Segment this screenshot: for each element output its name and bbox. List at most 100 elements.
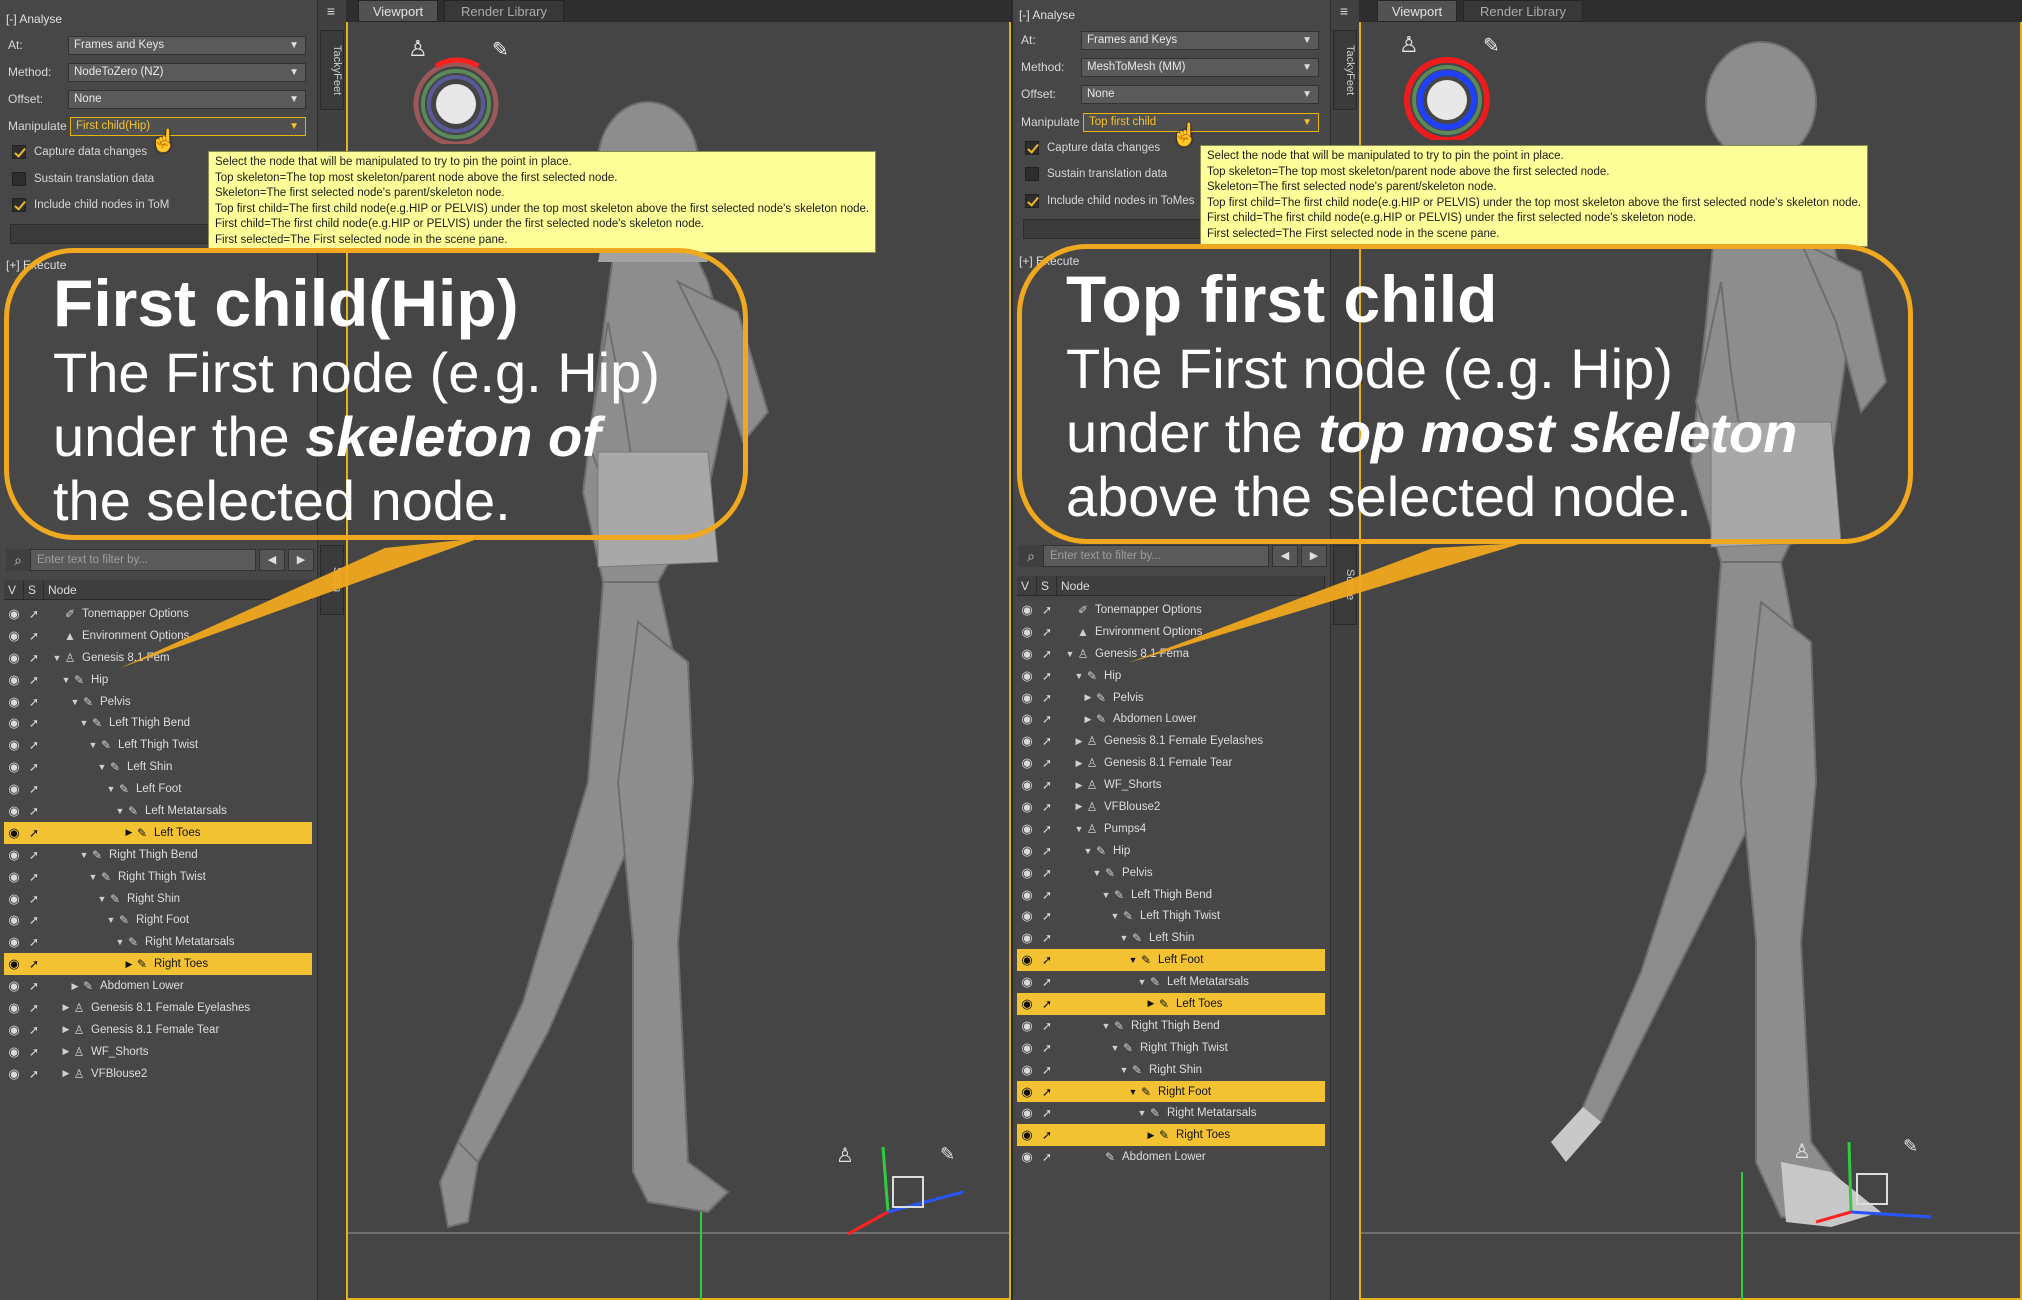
eye-icon[interactable]: ◉ (1019, 1084, 1035, 1100)
select-cursor-icon[interactable]: ➚ (1039, 953, 1055, 967)
tree-row[interactable]: ◉ ➚ ▶ ♙ VFBlouse2 (4, 1063, 312, 1085)
expand-toggle-icon[interactable]: ▼ (1119, 933, 1129, 943)
at-dropdown[interactable]: Frames and Keys ▼ (68, 35, 306, 55)
select-cursor-icon[interactable]: ➚ (1039, 712, 1055, 726)
select-cursor-icon[interactable]: ➚ (26, 1001, 42, 1015)
tree-row[interactable]: ◉ ➚ ▼ ✎ Right Shin (4, 888, 312, 910)
tab-viewport[interactable]: Viewport (358, 0, 438, 22)
eye-icon[interactable]: ◉ (1019, 908, 1035, 924)
col-selectable[interactable]: S (24, 580, 44, 599)
eye-icon[interactable]: ◉ (6, 1022, 22, 1038)
eye-icon[interactable]: ◉ (1019, 1062, 1035, 1078)
eye-icon[interactable]: ◉ (6, 891, 22, 907)
expand-toggle-icon[interactable]: ▼ (1110, 1043, 1120, 1053)
eye-icon[interactable]: ◉ (6, 606, 22, 622)
tree-row[interactable]: ◉ ➚ ▼ ✎ Right Thigh Twist (4, 866, 312, 888)
tree-row[interactable]: ◉ ➚ ▼ ✎ Left Shin (1017, 927, 1325, 949)
method-dropdown[interactable]: MeshToMesh (MM) ▼ (1081, 57, 1319, 77)
expand-toggle-icon[interactable]: ▼ (97, 894, 107, 904)
hamburger-menu-icon[interactable]: ≡ (1333, 3, 1355, 19)
tree-row[interactable]: ◉ ➚ ▼ ✎ Right Foot (4, 909, 312, 931)
tree-row[interactable]: ◉ ➚ ▼ ✎ Hip (4, 669, 312, 691)
select-cursor-icon[interactable]: ➚ (26, 957, 42, 971)
tree-row[interactable]: ◉ ➚ ▲ Environment Options (1017, 621, 1325, 643)
tree-row[interactable]: ◉ ➚ ▶ ✎ Right Toes (4, 953, 312, 976)
eye-icon[interactable]: ◉ (1019, 865, 1035, 881)
select-cursor-icon[interactable]: ➚ (1039, 691, 1055, 705)
select-cursor-icon[interactable]: ➚ (1039, 844, 1055, 858)
eye-icon[interactable]: ◉ (1019, 777, 1035, 793)
tab-render-library[interactable]: Render Library (1463, 0, 1583, 22)
analyse-header[interactable]: [-] Analyse (1019, 8, 1075, 22)
tree-row[interactable]: ◉ ➚ ▶ ♙ VFBlouse2 (1017, 796, 1325, 818)
expand-toggle-icon[interactable]: ▼ (1101, 890, 1111, 900)
tab-viewport[interactable]: Viewport (1377, 0, 1457, 22)
tree-row[interactable]: ◉ ➚ ▼ ♙ Pumps4 (1017, 818, 1325, 840)
select-cursor-icon[interactable]: ➚ (26, 651, 42, 665)
checkbox-box[interactable] (1025, 194, 1039, 208)
select-cursor-icon[interactable]: ➚ (1039, 1128, 1055, 1142)
method-dropdown[interactable]: NodeToZero (NZ) ▼ (68, 62, 306, 82)
tree-row[interactable]: ◉ ➚ ▶ ♙ WF_Shorts (1017, 774, 1325, 796)
select-cursor-icon[interactable]: ➚ (26, 1067, 42, 1081)
tree-row[interactable]: ◉ ➚ ▼ ✎ Right Thigh Twist (1017, 1037, 1325, 1059)
expand-toggle-icon[interactable]: ▶ (124, 959, 134, 970)
expand-toggle-icon[interactable]: ▶ (61, 1046, 71, 1057)
eye-icon[interactable]: ◉ (1019, 799, 1035, 815)
next-button[interactable]: ▶ (288, 549, 314, 571)
eye-icon[interactable]: ◉ (1019, 974, 1035, 990)
expand-toggle-icon[interactable]: ▼ (97, 762, 107, 772)
tree-row[interactable]: ◉ ➚ ▶ ✎ Abdomen Lower (4, 975, 312, 997)
tree-row[interactable]: ◉ ➚ ▲ Environment Options (4, 625, 312, 647)
select-cursor-icon[interactable]: ➚ (1039, 778, 1055, 792)
manipulate-dropdown[interactable]: Top first child ▼ (1083, 112, 1319, 132)
expand-toggle-icon[interactable]: ▶ (1074, 801, 1084, 812)
select-cursor-icon[interactable]: ➚ (1039, 756, 1055, 770)
expand-toggle-icon[interactable]: ▼ (79, 850, 89, 860)
select-cursor-icon[interactable]: ➚ (26, 738, 42, 752)
prev-button[interactable]: ◀ (1272, 545, 1298, 567)
eye-icon[interactable]: ◉ (1019, 602, 1035, 618)
at-dropdown[interactable]: Frames and Keys ▼ (1081, 30, 1319, 50)
expand-toggle-icon[interactable]: ▼ (115, 806, 125, 816)
select-cursor-icon[interactable]: ➚ (1039, 1106, 1055, 1120)
eye-icon[interactable]: ◉ (1019, 733, 1035, 749)
eye-icon[interactable]: ◉ (1019, 1040, 1035, 1056)
eye-icon[interactable]: ◉ (6, 737, 22, 753)
select-cursor-icon[interactable]: ➚ (1039, 603, 1055, 617)
eye-icon[interactable]: ◉ (1019, 668, 1035, 684)
expand-toggle-icon[interactable]: ▶ (61, 1068, 71, 1079)
expand-toggle-icon[interactable]: ▶ (1146, 998, 1156, 1009)
analyse-header[interactable]: [-] Analyse (6, 12, 62, 26)
tree-row[interactable]: ◉ ➚ ▶ ✎ Pelvis (1017, 687, 1325, 709)
eye-icon[interactable]: ◉ (1019, 821, 1035, 837)
select-cursor-icon[interactable]: ➚ (26, 1023, 42, 1037)
eye-icon[interactable]: ◉ (6, 825, 22, 841)
expand-toggle-icon[interactable]: ▼ (88, 740, 98, 750)
expand-toggle-icon[interactable]: ▶ (1146, 1130, 1156, 1141)
eye-icon[interactable]: ◉ (6, 1066, 22, 1082)
col-visible[interactable]: V (1017, 576, 1037, 595)
expand-toggle-icon[interactable]: ▼ (70, 697, 80, 707)
tree-row[interactable]: ◉ ➚ ▼ ✎ Right Thigh Bend (1017, 1015, 1325, 1037)
checkbox-box[interactable] (1025, 167, 1039, 181)
tree-row[interactable]: ◉ ➚ ▼ ✎ Left Thigh Bend (1017, 884, 1325, 906)
eye-icon[interactable]: ◉ (1019, 843, 1035, 859)
checkbox-box[interactable] (12, 145, 26, 159)
transform-gizmo[interactable]: ♙ ✎ (1781, 1112, 1941, 1242)
figure-icon[interactable]: ♙ (408, 36, 428, 61)
tree-row[interactable]: ◉ ➚ ▼ ✎ Left Shin (4, 756, 312, 778)
tree-row[interactable]: ◉ ➚ ▼ ✎ Left Thigh Bend (4, 712, 312, 734)
expand-toggle-icon[interactable]: ▼ (79, 718, 89, 728)
select-cursor-icon[interactable]: ➚ (26, 607, 42, 621)
select-cursor-icon[interactable]: ➚ (26, 979, 42, 993)
tree-row[interactable]: ◉ ➚ ▼ ✎ Hip (1017, 665, 1325, 687)
col-selectable[interactable]: S (1037, 576, 1057, 595)
select-cursor-icon[interactable]: ➚ (1039, 1150, 1055, 1164)
select-cursor-icon[interactable]: ➚ (1039, 1041, 1055, 1055)
expand-toggle-icon[interactable]: ▶ (61, 1002, 71, 1013)
expand-toggle-icon[interactable]: ▼ (1128, 1087, 1138, 1097)
tab-render-library[interactable]: Render Library (444, 0, 564, 22)
eye-icon[interactable]: ◉ (6, 650, 22, 666)
eye-icon[interactable]: ◉ (6, 781, 22, 797)
